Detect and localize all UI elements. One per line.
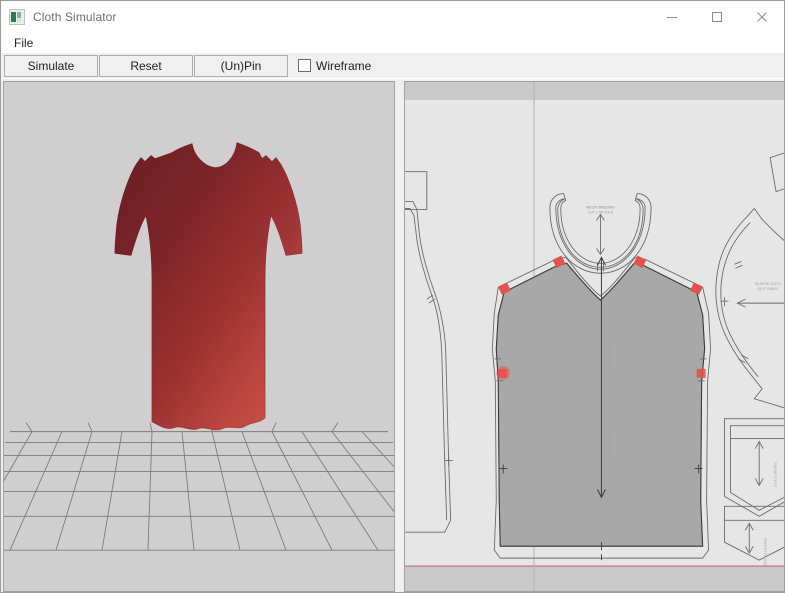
pattern-2d-editor[interactable]: NECK BINDING CUT 1 ON FOLD FRONT CUT 1 C… [404,81,784,592]
window-title: Cloth Simulator [33,9,117,24]
cloth-3d-viewport[interactable] [3,81,395,592]
app-tile-icon [9,8,25,25]
wireframe-checkbox-label: Wireframe [316,58,372,73]
svg-text:FRONT CUT 1: FRONT CUT 1 [607,433,611,456]
menu-bar: File [1,32,784,53]
maximize-icon[interactable] [694,1,739,32]
svg-text:CUT 1 ON FOLD: CUT 1 ON FOLD [588,210,614,214]
svg-text:SLEEVE CUT 2: SLEEVE CUT 2 [755,282,781,286]
svg-text:CENTER FRONT: CENTER FRONT [607,343,611,372]
reset-button[interactable]: Reset [99,54,193,77]
pattern-canvas: NECK BINDING CUT 1 ON FOLD FRONT CUT 1 C… [405,82,784,591]
app-window: Cloth Simulator File Simulate Reset (Un)… [0,0,785,593]
pattern-ruler-band [405,82,784,100]
pattern-bottom-band [405,566,784,591]
wireframe-checkbox-box[interactable] [298,59,311,72]
unpin-button[interactable]: (Un)Pin [194,54,288,77]
close-icon[interactable] [739,1,784,32]
toolbar: Simulate Reset (Un)Pin Wireframe [1,53,784,79]
panel-splitter[interactable] [395,81,404,592]
caption-button-group [649,1,784,32]
wireframe-checkbox[interactable]: Wireframe [298,55,371,77]
menu-item-file[interactable]: File [9,34,38,52]
minimize-icon[interactable] [649,1,694,32]
title-bar: Cloth Simulator [1,1,784,32]
svg-text:NECK BINDING: NECK BINDING [586,204,615,209]
content-area: NECK BINDING CUT 1 ON FOLD FRONT CUT 1 C… [1,79,784,592]
svg-text:SELF FABRIC: SELF FABRIC [757,287,779,291]
svg-text:POCKET FACING: POCKET FACING [763,538,767,566]
pattern-piece-front-body[interactable]: FRONT CUT 1 CENTER FRONT [491,256,712,561]
simulate-button[interactable]: Simulate [4,54,98,77]
svg-text:POCKET CUT 2: POCKET CUT 2 [773,463,777,488]
cloth-3d-scene [4,82,394,591]
